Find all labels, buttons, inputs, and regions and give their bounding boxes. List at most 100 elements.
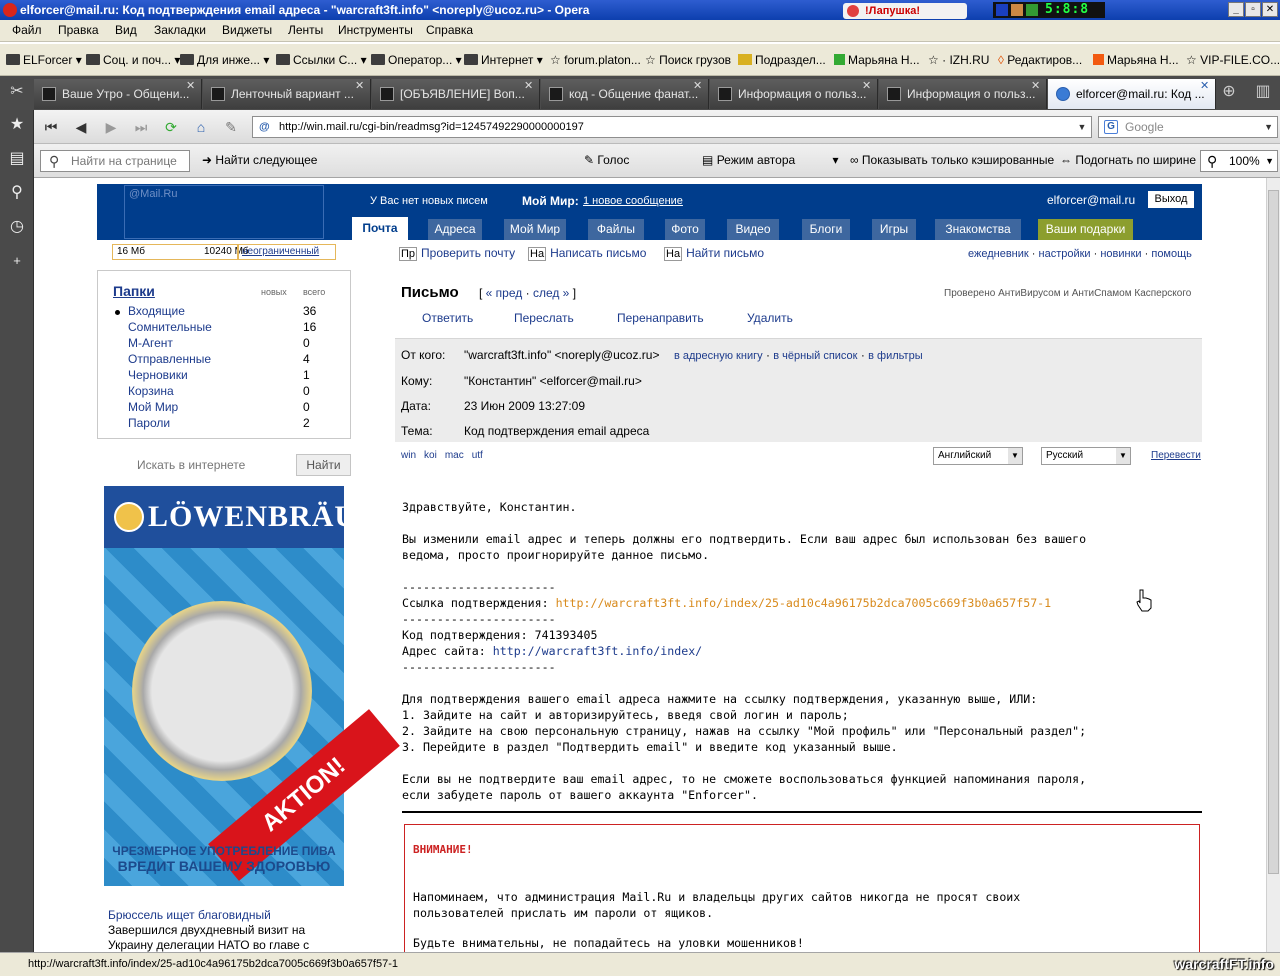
close-tab-icon[interactable]: ✕: [862, 79, 871, 101]
address-field[interactable]: @ http://win.mail.ru/cgi-bin/readmsg?id=…: [252, 116, 1092, 138]
antivirus-link[interactable]: АнтиВирусом: [998, 288, 1061, 299]
add-to-blacklist-link[interactable]: в чёрный список: [773, 350, 857, 362]
close-tab-icon[interactable]: ✕: [1031, 79, 1040, 101]
folder-sent[interactable]: Отправленные: [128, 352, 211, 366]
folder-drafts[interactable]: Черновики: [128, 368, 188, 382]
bookmarks-panel-icon[interactable]: ★: [8, 116, 26, 134]
close-tab-icon[interactable]: ✕: [1200, 79, 1209, 101]
bookmark-item[interactable]: Марьяна Н...: [1093, 53, 1179, 67]
edit-icon[interactable]: ✎: [220, 117, 242, 137]
mail-panel-icon[interactable]: ▤: [8, 150, 26, 168]
bookmark-item[interactable]: Марьяна Н...: [834, 53, 920, 67]
folder-label[interactable]: Отправленные: [128, 352, 211, 366]
vertical-scrollbar[interactable]: [1266, 178, 1280, 952]
nav-tab-dating[interactable]: Знакомства: [935, 219, 1021, 240]
close-tab-icon[interactable]: ✕: [693, 79, 702, 101]
tray-widget[interactable]: !Лапушка!: [843, 3, 967, 19]
folder-trash[interactable]: Корзина: [128, 384, 174, 398]
folder-inbox[interactable]: Входящие: [128, 304, 185, 318]
add-to-addressbook-link[interactable]: в адресную книгу: [674, 350, 763, 362]
close-tab-icon[interactable]: ✕: [355, 79, 364, 101]
folder-label[interactable]: М-Агент: [128, 336, 173, 350]
add-to-filters-link[interactable]: в фильтры: [868, 350, 922, 362]
nav-tab-gifts[interactable]: Ваши подарки: [1038, 219, 1133, 240]
delete-link[interactable]: Удалить: [747, 311, 793, 325]
address-dropdown-icon[interactable]: ▼: [1075, 120, 1089, 134]
menu-view[interactable]: Вид: [115, 23, 137, 37]
tools-icon[interactable]: ✂: [8, 83, 26, 101]
nav-tab-addresses[interactable]: Адреса: [428, 219, 482, 240]
close-window-button[interactable]: ✕: [1262, 2, 1278, 17]
add-panel-icon[interactable]: +: [8, 252, 26, 270]
write-mail-label[interactable]: Написать письмо: [550, 246, 646, 260]
web-search-button[interactable]: Найти: [296, 454, 351, 476]
menu-edit[interactable]: Правка: [58, 23, 99, 37]
encoding-win-link[interactable]: win: [401, 450, 416, 461]
prev-message-link[interactable]: « пред: [486, 286, 523, 300]
help-link[interactable]: помощь: [1151, 248, 1192, 260]
nav-tab-myworld[interactable]: Мой Мир: [504, 219, 566, 240]
news-link[interactable]: новинки: [1100, 248, 1141, 260]
author-mode-button[interactable]: ▤ Режим автора ▾: [702, 153, 839, 167]
folder-myworld[interactable]: Мой Мир: [128, 400, 178, 414]
encoding-koi-link[interactable]: koi: [424, 450, 437, 461]
new-message-link[interactable]: 1 новое сообщение: [583, 195, 683, 207]
bookmark-folder[interactable]: Соц. и поч... ▾: [86, 53, 180, 67]
folder-magent[interactable]: М-Агент: [128, 336, 173, 350]
bookmark-folder[interactable]: ELForcer ▾: [6, 53, 82, 67]
find-mail-label[interactable]: Найти письмо: [686, 246, 764, 260]
menu-file[interactable]: Файл: [12, 23, 42, 37]
bookmark-item[interactable]: Подраздел...: [738, 53, 826, 67]
settings-link[interactable]: настройки: [1039, 248, 1091, 260]
web-search-label[interactable]: Искать в интернете: [137, 458, 245, 472]
tab[interactable]: Ваше Утро - Общени... ✕: [34, 79, 202, 109]
cached-only-button[interactable]: ∞ Показывать только кэшированные: [850, 153, 1054, 167]
maximize-button[interactable]: ▫: [1245, 2, 1261, 17]
find-next-button[interactable]: ➜ Найти следующее: [202, 153, 317, 167]
menu-widgets[interactable]: Виджеты: [222, 23, 272, 37]
find-input[interactable]: ⚲ Найти на странице: [40, 150, 190, 172]
close-tab-icon[interactable]: ✕: [524, 79, 533, 101]
tab[interactable]: Информация о польз... ✕: [710, 79, 878, 109]
forward-link[interactable]: Переслать: [514, 311, 574, 325]
beer-banner[interactable]: LÖWENBRÄU AKTION! ЧРЕЗМЕРНОЕ УПОТРЕБЛЕНИ…: [104, 486, 400, 886]
folder-label[interactable]: Корзина: [128, 384, 174, 398]
check-mail-label[interactable]: Проверить почту: [421, 246, 515, 260]
bookmark-item[interactable]: ☆ Поиск грузов: [645, 53, 731, 67]
menu-feeds[interactable]: Ленты: [288, 23, 323, 37]
dropdown-icon[interactable]: ▾: [833, 153, 839, 167]
tab[interactable]: код - Общение фанат... ✕: [541, 79, 709, 109]
menu-bookmarks[interactable]: Закладки: [154, 23, 206, 37]
find-mail-link[interactable]: На Найти письмо: [664, 246, 764, 261]
tab[interactable]: Ленточный вариант ... ✕: [203, 79, 371, 109]
search-dropdown-icon[interactable]: ▼: [1264, 117, 1273, 137]
diary-link[interactable]: ежедневник: [968, 248, 1029, 260]
encoding-utf-link[interactable]: utf: [472, 450, 483, 461]
site-link[interactable]: http://warcraft3ft.info/index/: [493, 644, 702, 658]
site-info-icon[interactable]: @: [259, 117, 270, 137]
reload-icon[interactable]: ⟳: [160, 117, 182, 137]
zoom-dropdown-icon[interactable]: ▼: [1265, 151, 1274, 171]
source-language-select[interactable]: Английский ▼: [933, 447, 1023, 465]
fit-width-button[interactable]: ⇔ Подогнать по ширине: [1060, 153, 1196, 167]
zoom-select[interactable]: ⚲ 100% ▼: [1200, 150, 1278, 172]
voice-button[interactable]: ✎ Голос: [584, 153, 629, 167]
redirect-link[interactable]: Перенаправить: [617, 311, 704, 325]
write-mail-link[interactable]: На Написать письмо: [528, 246, 646, 261]
news-headline-link[interactable]: Брюссель ищет благовидный: [108, 908, 271, 922]
new-tab-icon[interactable]: ⊕: [1220, 83, 1238, 101]
bookmark-item[interactable]: ◊ Редактиров...: [998, 53, 1082, 67]
nav-tab-blogs[interactable]: Блоги: [802, 219, 850, 240]
antispam-link[interactable]: АнтиСпамом: [1072, 288, 1132, 299]
rewind-icon[interactable]: ⏮: [40, 117, 62, 137]
nav-tab-video[interactable]: Видео: [727, 219, 779, 240]
history-panel-icon[interactable]: ◷: [8, 218, 26, 236]
bookmark-item[interactable]: ☆ forum.platon...: [550, 53, 641, 67]
minimize-button[interactable]: _: [1228, 2, 1244, 17]
next-message-link[interactable]: след »: [533, 286, 569, 300]
encoding-mac-link[interactable]: mac: [445, 450, 464, 461]
folder-spam[interactable]: Сомнительные: [128, 320, 212, 334]
transfers-panel-icon[interactable]: ⚲: [8, 184, 26, 202]
folders-title[interactable]: Папки: [113, 283, 155, 299]
folder-label[interactable]: Входящие: [128, 304, 185, 318]
